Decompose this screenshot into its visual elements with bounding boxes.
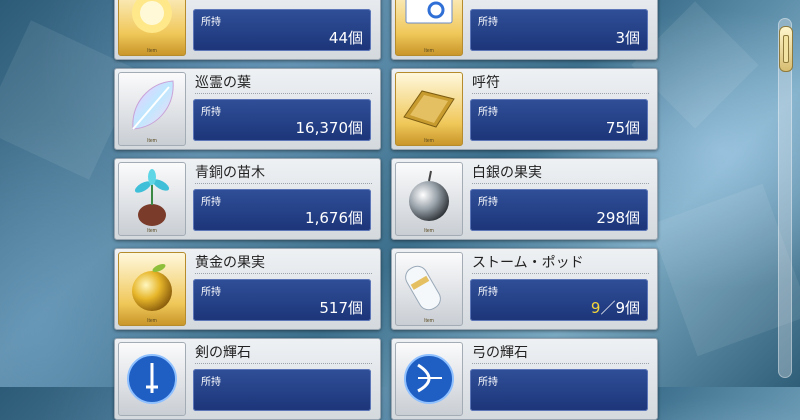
scrollbar-thumb[interactable]	[779, 26, 793, 72]
quantity-panel: 所持 3個	[470, 9, 648, 51]
holding-label: 所持	[201, 287, 221, 298]
quantity-panel: 所持 298個	[470, 189, 648, 231]
storm-pod-icon	[405, 265, 441, 311]
item-quantity: 9／9個	[591, 297, 640, 318]
quantity-panel: 所持 9／9個	[470, 279, 648, 321]
archer-gem-icon	[404, 354, 454, 404]
item-card[interactable]: 弓の輝石 所持	[391, 338, 658, 420]
holding-label: 所持	[201, 107, 221, 118]
item-thumbnail	[118, 342, 186, 416]
item-thumbnail: Item	[118, 162, 186, 236]
item-card[interactable]: Item 所持 44個	[114, 0, 381, 60]
item-name: 巡霊の葉	[195, 73, 372, 94]
item-card[interactable]: Item 呼符 所持 75個	[391, 68, 658, 150]
scrollbar[interactable]	[778, 18, 793, 378]
holding-label: 所持	[478, 287, 498, 298]
item-card[interactable]: Item 巡霊の葉 所持 16,370個	[114, 68, 381, 150]
quantity-panel: 所持	[193, 369, 371, 411]
holding-label: 所持	[201, 377, 221, 388]
item-quantity: 75個	[605, 119, 640, 137]
ticket-icon	[405, 0, 453, 24]
item-quantity: 16,370個	[295, 119, 364, 137]
item-card[interactable]: Item 所持 3個	[391, 0, 658, 60]
item-quantity: 3個	[615, 29, 640, 47]
summon-ticket-icon	[403, 90, 455, 128]
leaf-icon	[132, 80, 174, 130]
item-card[interactable]: Item 黄金の果実 所持 517個	[114, 248, 381, 330]
item-thumbnail: Item	[118, 252, 186, 326]
quantity-panel: 所持 16,370個	[193, 99, 371, 141]
quantity-panel: 所持 517個	[193, 279, 371, 321]
item-card[interactable]: 剣の輝石 所持	[114, 338, 381, 420]
quantity-panel: 所持	[470, 369, 648, 411]
holding-label: 所持	[201, 17, 221, 28]
item-card[interactable]: Item 青銅の苗木 所持 1,676個	[114, 158, 381, 240]
sun-icon	[132, 0, 172, 33]
item-thumbnail: Item	[395, 162, 463, 236]
item-thumbnail: Item	[118, 0, 186, 56]
item-thumbnail: Item	[395, 252, 463, 326]
item-thumbnail: Item	[395, 72, 463, 146]
holding-label: 所持	[478, 197, 498, 208]
item-quantity: 298個	[596, 209, 640, 227]
item-quantity: 44個	[328, 29, 363, 47]
item-thumbnail: Item	[395, 0, 463, 56]
quantity-max: ／9個	[600, 299, 640, 317]
quantity-panel: 所持 75個	[470, 99, 648, 141]
sapling-icon	[134, 169, 170, 226]
item-name: 黄金の果実	[195, 253, 372, 274]
item-name: 剣の輝石	[195, 343, 372, 364]
item-thumbnail	[395, 342, 463, 416]
item-thumbnail: Item	[118, 72, 186, 146]
item-name: 弓の輝石	[472, 343, 649, 364]
item-card[interactable]: Item ストーム・ポッド 所持 9／9個	[391, 248, 658, 330]
item-name: 呼符	[472, 73, 649, 94]
item-quantity: 517個	[319, 299, 363, 317]
item-name: 白銀の果実	[472, 163, 649, 184]
holding-label: 所持	[478, 17, 498, 28]
quantity-panel: 所持 44個	[193, 9, 371, 51]
holding-label: 所持	[478, 107, 498, 118]
saber-gem-icon	[127, 354, 177, 404]
golden-apple-icon	[132, 263, 172, 311]
silver-apple-icon	[409, 170, 449, 221]
item-quantity: 1,676個	[305, 209, 363, 227]
item-card[interactable]: Item 白銀の果実 所持 298個	[391, 158, 658, 240]
item-name: 青銅の苗木	[195, 163, 372, 184]
item-name: ストーム・ポッド	[472, 253, 649, 274]
holding-label: 所持	[201, 197, 221, 208]
quantity-panel: 所持 1,676個	[193, 189, 371, 231]
holding-label: 所持	[478, 377, 498, 388]
item-list: Item 所持 44個 Item 所持 3個 Item 巡霊の葉 所持 16,3…	[0, 0, 800, 420]
